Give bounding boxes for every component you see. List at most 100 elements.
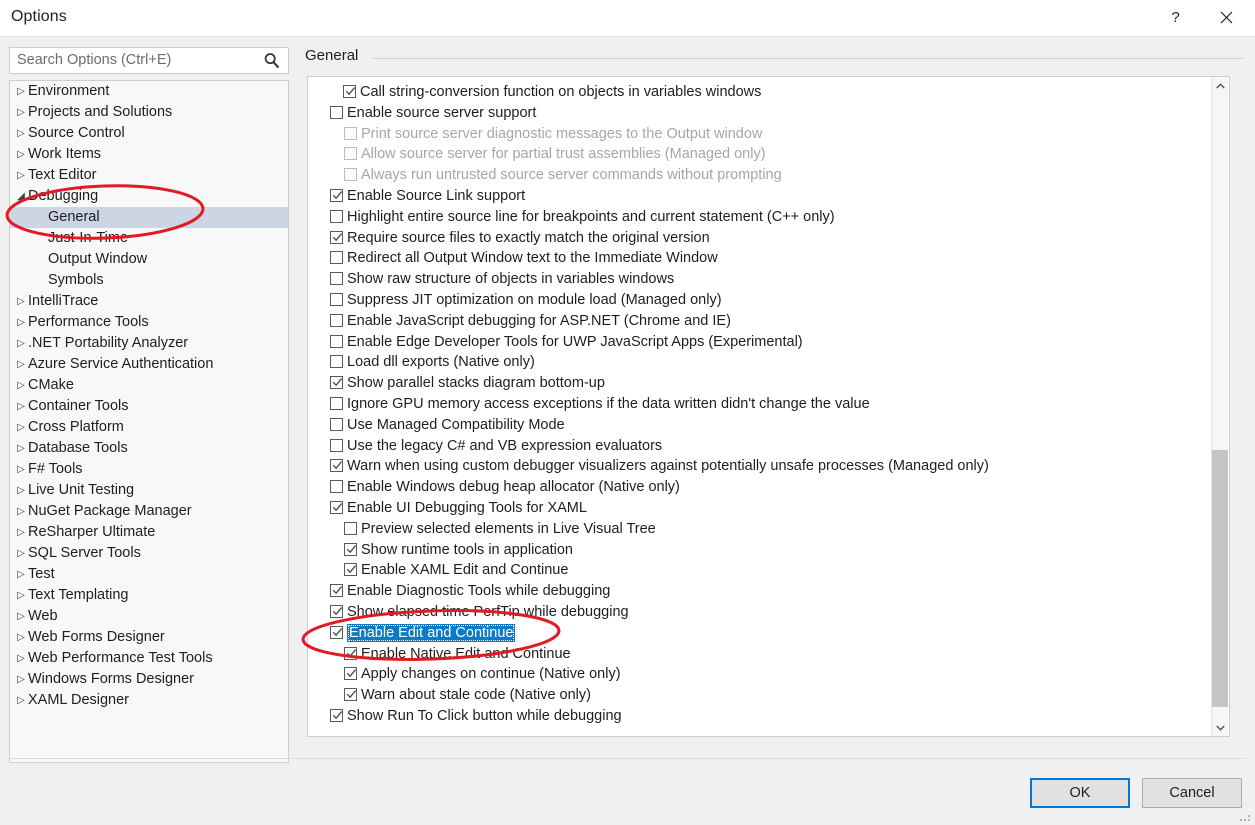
tree-item-web-performance-test-tools[interactable]: ▷ Web Performance Test Tools bbox=[10, 648, 288, 669]
search-box[interactable] bbox=[9, 47, 289, 74]
checkbox-unchecked[interactable] bbox=[330, 105, 343, 119]
tree-item-web-forms-designer[interactable]: ▷ Web Forms Designer bbox=[10, 627, 288, 648]
checkbox-checked[interactable] bbox=[330, 625, 343, 639]
option-row[interactable]: Require source files to exactly match th… bbox=[308, 228, 1208, 249]
tree-item-sql-server-tools[interactable]: ▷ SQL Server Tools bbox=[10, 543, 288, 564]
option-row[interactable]: Allow source server for partial trust as… bbox=[308, 144, 1208, 165]
tree-item-database-tools[interactable]: ▷ Database Tools bbox=[10, 438, 288, 459]
option-row[interactable]: Show runtime tools in application bbox=[308, 540, 1208, 561]
tree-expander-collapsed-icon[interactable]: ▷ bbox=[14, 438, 28, 459]
option-row[interactable]: Warn about stale code (Native only) bbox=[308, 685, 1208, 706]
tree-expander-collapsed-icon[interactable]: ▷ bbox=[14, 333, 28, 354]
option-row[interactable]: Call string-conversion function on objec… bbox=[308, 82, 1208, 103]
tree-expander-collapsed-icon[interactable]: ▷ bbox=[14, 480, 28, 501]
tree-item-test[interactable]: ▷ Test bbox=[10, 564, 288, 585]
option-row[interactable]: Highlight entire source line for breakpo… bbox=[308, 207, 1208, 228]
checkbox-unchecked[interactable] bbox=[330, 417, 343, 431]
option-row[interactable]: Always run untrusted source server comma… bbox=[308, 165, 1208, 186]
checkbox-checked[interactable] bbox=[344, 542, 357, 556]
option-row[interactable]: Enable source server support bbox=[308, 103, 1208, 124]
ok-button[interactable]: OK bbox=[1030, 778, 1130, 808]
tree-item-net-portability-analyzer[interactable]: ▷ .NET Portability Analyzer bbox=[10, 333, 288, 354]
tree-item-debugging[interactable]: ◢ Debugging bbox=[10, 186, 288, 207]
tree-expander-collapsed-icon[interactable]: ▷ bbox=[14, 312, 28, 333]
checkbox-checked[interactable] bbox=[344, 646, 357, 660]
tree-item-web[interactable]: ▷ Web bbox=[10, 606, 288, 627]
checkbox-unchecked[interactable] bbox=[330, 272, 343, 286]
checkbox-unchecked[interactable] bbox=[330, 438, 343, 452]
cancel-button[interactable]: Cancel bbox=[1142, 778, 1242, 808]
tree-item-f-tools[interactable]: ▷ F# Tools bbox=[10, 459, 288, 480]
checkbox-checked[interactable] bbox=[330, 604, 343, 618]
close-button[interactable] bbox=[1204, 0, 1249, 35]
option-row[interactable]: Enable Edit and Continue bbox=[308, 623, 1208, 644]
checkbox-checked[interactable] bbox=[344, 688, 357, 702]
tree-item-projects-and-solutions[interactable]: ▷ Projects and Solutions bbox=[10, 102, 288, 123]
option-row[interactable]: Enable Edge Developer Tools for UWP Java… bbox=[308, 332, 1208, 353]
tree-item-resharper-ultimate[interactable]: ▷ ReSharper Ultimate bbox=[10, 522, 288, 543]
tree-item-cross-platform[interactable]: ▷ Cross Platform bbox=[10, 417, 288, 438]
tree-item-intellitrace[interactable]: ▷ IntelliTrace bbox=[10, 291, 288, 312]
option-row[interactable]: Use Managed Compatibility Mode bbox=[308, 415, 1208, 436]
tree-expander-collapsed-icon[interactable]: ▷ bbox=[14, 648, 28, 669]
checkbox-unchecked[interactable] bbox=[330, 355, 343, 369]
tree-expander-collapsed-icon[interactable]: ▷ bbox=[14, 627, 28, 648]
help-button[interactable]: ? bbox=[1153, 0, 1198, 35]
tree-item-text-templating[interactable]: ▷ Text Templating bbox=[10, 585, 288, 606]
checkbox-unchecked[interactable] bbox=[330, 292, 343, 306]
checkbox-unchecked[interactable] bbox=[330, 209, 343, 223]
checkbox-checked[interactable] bbox=[330, 459, 343, 473]
tree-expander-expanded-icon[interactable]: ◢ bbox=[14, 186, 28, 207]
option-row[interactable]: Show Run To Click button while debugging bbox=[308, 706, 1208, 727]
tree-item-cmake[interactable]: ▷ CMake bbox=[10, 375, 288, 396]
checkbox-unchecked[interactable] bbox=[330, 313, 343, 327]
tree-expander-collapsed-icon[interactable]: ▷ bbox=[14, 564, 28, 585]
scrollbar-thumb[interactable] bbox=[1212, 450, 1228, 707]
option-row[interactable]: Use the legacy C# and VB expression eval… bbox=[308, 436, 1208, 457]
tree-item-xaml-designer[interactable]: ▷ XAML Designer bbox=[10, 690, 288, 711]
scrollbar-track[interactable] bbox=[1212, 94, 1228, 719]
checkbox-checked[interactable] bbox=[330, 500, 343, 514]
options-category-tree[interactable]: ▷ Environment ▷ Projects and Solutions ▷ Sour… bbox=[9, 80, 289, 763]
tree-item-symbols[interactable]: Symbols bbox=[10, 270, 288, 291]
tree-expander-collapsed-icon[interactable]: ▷ bbox=[14, 102, 28, 123]
tree-expander-collapsed-icon[interactable]: ▷ bbox=[14, 606, 28, 627]
option-row[interactable]: Print source server diagnostic messages … bbox=[308, 124, 1208, 145]
tree-expander-collapsed-icon[interactable]: ▷ bbox=[14, 501, 28, 522]
checkbox-unchecked[interactable] bbox=[330, 251, 343, 265]
tree-expander-collapsed-icon[interactable]: ▷ bbox=[14, 354, 28, 375]
tree-item-just-in-time[interactable]: Just-In-Time bbox=[10, 228, 288, 249]
checkbox-unchecked[interactable] bbox=[330, 480, 343, 494]
checkbox-checked[interactable] bbox=[330, 230, 343, 244]
option-row[interactable]: Show parallel stacks diagram bottom-up bbox=[308, 373, 1208, 394]
resize-grip-icon[interactable] bbox=[1240, 811, 1252, 823]
option-row[interactable]: Load dll exports (Native only) bbox=[308, 352, 1208, 373]
tree-expander-collapsed-icon[interactable]: ▷ bbox=[14, 669, 28, 690]
tree-expander-collapsed-icon[interactable]: ▷ bbox=[14, 417, 28, 438]
option-row[interactable]: Preview selected elements in Live Visual… bbox=[308, 519, 1208, 540]
search-icon[interactable] bbox=[262, 51, 282, 71]
search-input[interactable] bbox=[17, 52, 247, 68]
option-row[interactable]: Enable Windows debug heap allocator (Nat… bbox=[308, 477, 1208, 498]
tree-expander-collapsed-icon[interactable]: ▷ bbox=[14, 396, 28, 417]
tree-item-output-window[interactable]: Output Window bbox=[10, 249, 288, 270]
tree-expander-collapsed-icon[interactable]: ▷ bbox=[14, 522, 28, 543]
option-row[interactable]: Enable Native Edit and Continue bbox=[308, 644, 1208, 665]
option-row[interactable]: Apply changes on continue (Native only) bbox=[308, 664, 1208, 685]
tree-expander-collapsed-icon[interactable]: ▷ bbox=[14, 375, 28, 396]
option-row[interactable]: Enable UI Debugging Tools for XAML bbox=[308, 498, 1208, 519]
option-row[interactable]: Ignore GPU memory access exceptions if t… bbox=[308, 394, 1208, 415]
tree-item-general[interactable]: General bbox=[10, 207, 288, 228]
tree-item-text-editor[interactable]: ▷ Text Editor bbox=[10, 165, 288, 186]
checkbox-checked[interactable] bbox=[330, 708, 343, 722]
option-row[interactable]: Enable Source Link support bbox=[308, 186, 1208, 207]
checkbox-unchecked[interactable] bbox=[330, 396, 343, 410]
tree-item-azure-service-authentication[interactable]: ▷ Azure Service Authentication bbox=[10, 354, 288, 375]
tree-expander-collapsed-icon[interactable]: ▷ bbox=[14, 123, 28, 144]
checkbox-checked[interactable] bbox=[330, 188, 343, 202]
scroll-up-button[interactable] bbox=[1212, 77, 1228, 94]
option-row[interactable]: Enable XAML Edit and Continue bbox=[308, 560, 1208, 581]
tree-expander-collapsed-icon[interactable]: ▷ bbox=[14, 690, 28, 711]
tree-item-work-items[interactable]: ▷ Work Items bbox=[10, 144, 288, 165]
tree-expander-collapsed-icon[interactable]: ▷ bbox=[14, 543, 28, 564]
